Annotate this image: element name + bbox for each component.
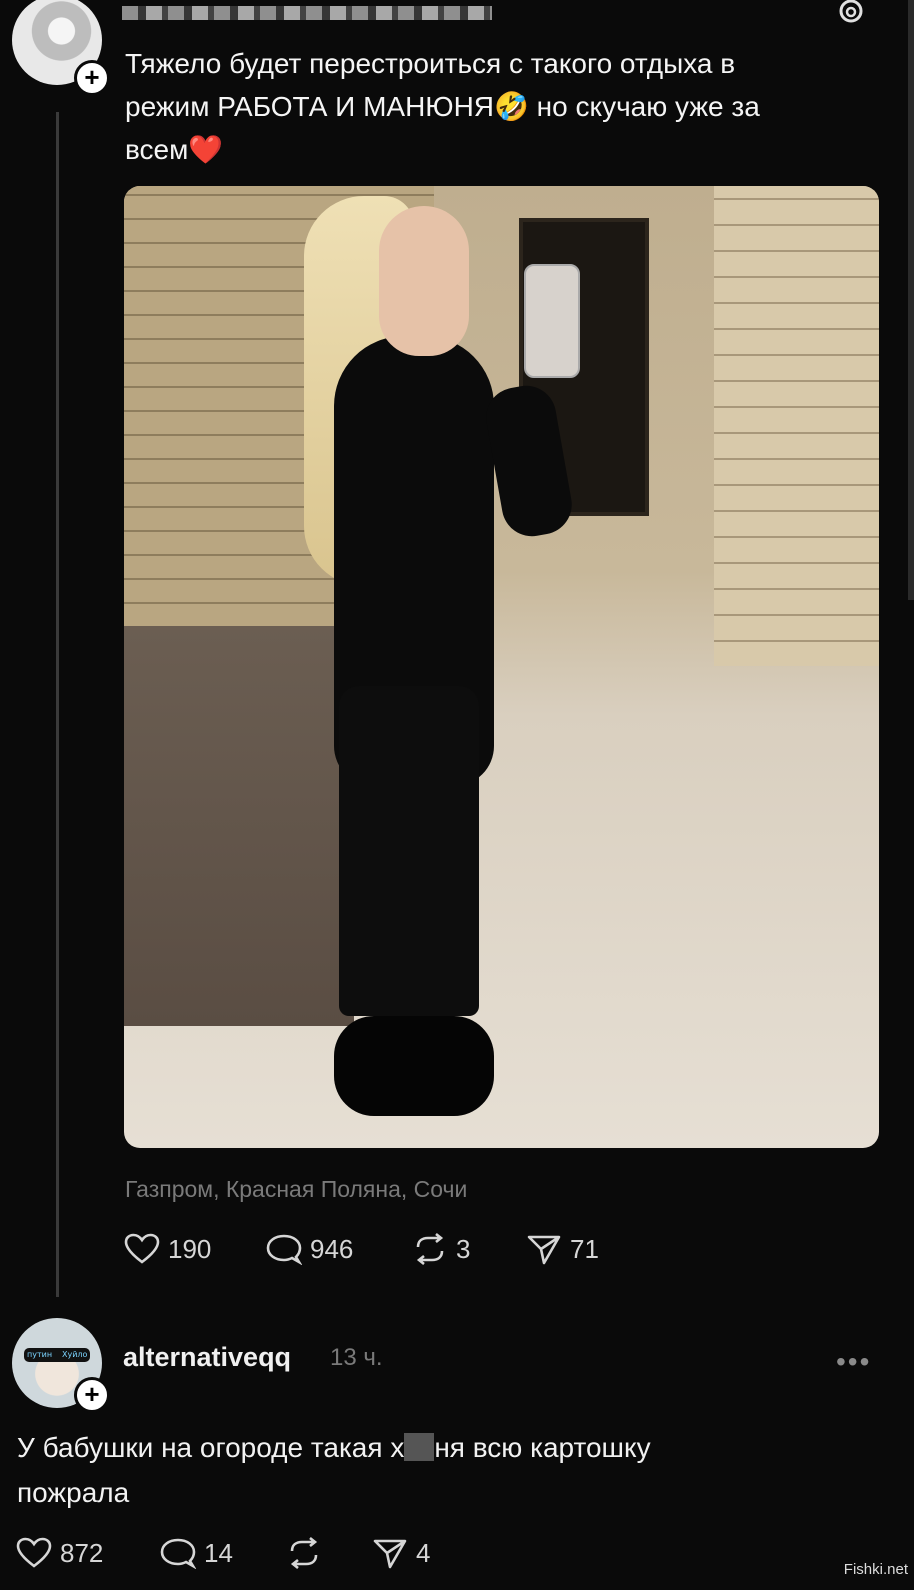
post-text-line: режим РАБОТА И МАНЮНЯ bbox=[125, 91, 495, 122]
reply-text: У бабушки на огороде такая х ня всю карто… bbox=[17, 1425, 837, 1515]
reply-text-part: У бабушки на огороде такая х bbox=[17, 1432, 405, 1463]
photo-slippers bbox=[334, 1016, 494, 1116]
share-icon bbox=[373, 1539, 407, 1569]
photo-wood-floor bbox=[124, 626, 354, 1026]
blurred-username bbox=[122, 6, 492, 20]
photo-stone-pillar bbox=[714, 186, 879, 666]
like-button[interactable]: 190 bbox=[124, 1233, 211, 1265]
photo-figure-head bbox=[379, 206, 469, 356]
share-icon bbox=[527, 1235, 561, 1265]
reply-text-part: ня всю картошку bbox=[434, 1432, 651, 1463]
heart-icon bbox=[124, 1233, 160, 1264]
glasses-text: Хуйло bbox=[62, 1350, 88, 1359]
comment-icon bbox=[266, 1234, 302, 1265]
scrollbar[interactable] bbox=[908, 0, 914, 600]
post-photo[interactable] bbox=[124, 186, 879, 1148]
post-text-line: всем bbox=[125, 134, 189, 165]
share-count: 4 bbox=[416, 1537, 431, 1568]
like-count: 872 bbox=[60, 1537, 104, 1568]
follow-plus-icon[interactable]: + bbox=[74, 60, 110, 96]
post-text-line: Тяжело будет перестроиться с такого отды… bbox=[125, 48, 736, 79]
watermark: Fishki.net bbox=[843, 1561, 908, 1578]
glasses-text: путин bbox=[27, 1350, 53, 1359]
comment-button[interactable]: 14 bbox=[160, 1537, 233, 1569]
share-button[interactable]: 4 bbox=[372, 1537, 430, 1569]
thread-line bbox=[56, 112, 59, 1297]
repost-count: 3 bbox=[456, 1233, 471, 1264]
heart-icon bbox=[16, 1537, 52, 1568]
post-text: Тяжело будет перестроиться с такого отды… bbox=[125, 42, 865, 171]
share-button[interactable]: 71 bbox=[526, 1233, 599, 1265]
heart-emoji-icon: ❤️ bbox=[188, 134, 224, 165]
reply-time: 13 ч. bbox=[330, 1344, 383, 1371]
repost-icon bbox=[416, 1233, 444, 1265]
repost-button[interactable]: 3 bbox=[412, 1233, 470, 1265]
reply-username[interactable]: alternativeqq bbox=[123, 1342, 291, 1373]
reply-text-part: пожрала bbox=[17, 1477, 130, 1508]
comment-button[interactable]: 946 bbox=[266, 1233, 353, 1265]
like-button[interactable]: 872 bbox=[16, 1537, 103, 1569]
photo-phone bbox=[524, 264, 580, 378]
like-count: 190 bbox=[168, 1233, 212, 1264]
location-text[interactable]: Газпром, Красная Поляна, Сочи bbox=[125, 1176, 467, 1203]
follow-plus-icon[interactable]: + bbox=[74, 1377, 110, 1413]
repost-icon bbox=[290, 1537, 318, 1569]
comment-icon bbox=[160, 1538, 196, 1569]
comment-count: 14 bbox=[204, 1537, 233, 1568]
more-icon[interactable]: ••• bbox=[836, 1346, 871, 1378]
rofl-emoji-icon: 🤣 bbox=[494, 91, 529, 122]
sunglasses: путин Хуйло bbox=[24, 1348, 90, 1362]
threads-icon[interactable] bbox=[838, 0, 864, 24]
comment-count: 946 bbox=[310, 1233, 354, 1264]
share-count: 71 bbox=[570, 1233, 599, 1264]
photo-figure-legs bbox=[339, 686, 479, 1016]
censor-block bbox=[404, 1433, 435, 1461]
post-text-line: но скучаю уже за bbox=[528, 91, 760, 122]
repost-button[interactable] bbox=[286, 1537, 330, 1569]
